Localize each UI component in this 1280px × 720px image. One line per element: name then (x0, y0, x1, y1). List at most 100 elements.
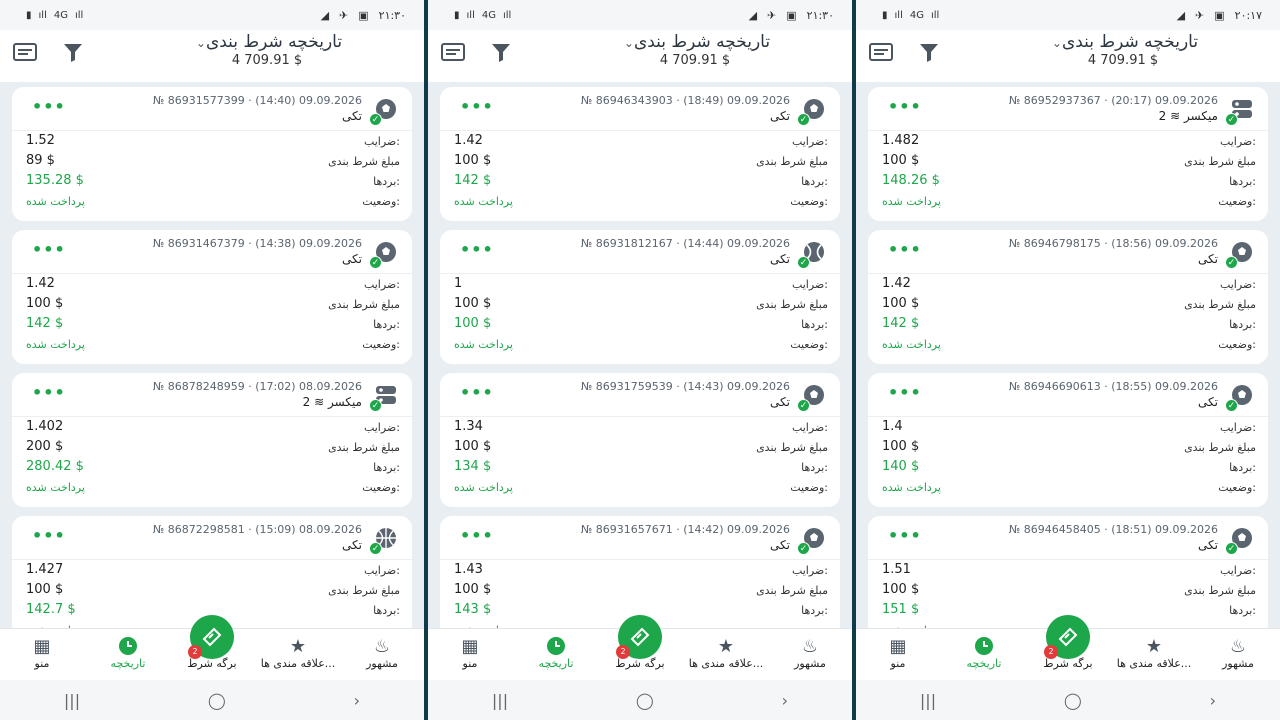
bet-type: تکی (1198, 395, 1218, 409)
nav-favorites[interactable]: ★ علاقه مندی ها... (256, 635, 340, 671)
nav-coupon[interactable]: 2 برگه شرط (598, 615, 682, 670)
bet-card[interactable]: ••• № 86952937367 · (20:17) 09.09.2026 2… (868, 87, 1268, 221)
bet-meta: № 86931577399 · (14:40) 09.09.2026 (152, 94, 362, 107)
odds-value: 1.4 (882, 419, 903, 434)
status-value: پرداخت شده (26, 338, 85, 351)
nav-menu[interactable]: ▦ منو (0, 635, 84, 671)
signal-icon: ıll (894, 9, 903, 21)
win-label: بردها: (801, 604, 828, 617)
bet-card[interactable]: ••• № 86931657671 · (14:42) 09.09.2026 ت… (440, 516, 840, 628)
back-icon[interactable]: › (1210, 691, 1216, 710)
nav-menu[interactable]: ▦ منو (428, 635, 512, 671)
bet-card[interactable]: ••• № 86878248959 · (17:02) 08.09.2026 2… (12, 373, 412, 507)
more-options-icon[interactable]: ••• (32, 526, 66, 545)
bet-card-body: ضرایب: مبلغ شرط بندی بردها: وضعیت: 1.42 … (868, 274, 1268, 364)
recent-apps-icon[interactable]: ||| (492, 691, 508, 710)
bet-meta: № 86931812167 · (14:44) 09.09.2026 (580, 237, 790, 250)
bet-type-label: تکی (770, 109, 790, 123)
filter-icon[interactable] (60, 40, 86, 64)
check-icon: ✓ (1225, 256, 1238, 269)
more-options-icon[interactable]: ••• (460, 240, 494, 259)
more-options-icon[interactable]: ••• (32, 97, 66, 116)
wallet-icon[interactable] (868, 40, 894, 64)
back-icon[interactable]: › (782, 691, 788, 710)
nav-favorites[interactable]: ★ علاقه مندی ها... (684, 635, 768, 671)
stake-label: مبلغ شرط بندی (756, 298, 828, 311)
more-options-icon[interactable]: ••• (460, 97, 494, 116)
home-icon[interactable]: ◯ (208, 691, 226, 710)
more-options-icon[interactable]: ••• (460, 526, 494, 545)
stake-value: 200 $ (26, 439, 64, 454)
title-block[interactable]: ⌄تاریخچه شرط بندی 4 709.91 $ (130, 32, 404, 68)
stake-value: 100 $ (882, 296, 920, 311)
back-icon[interactable]: › (354, 691, 360, 710)
bet-card-header: ••• № 86952937367 · (20:17) 09.09.2026 2… (868, 87, 1268, 131)
home-icon[interactable]: ◯ (1064, 691, 1082, 710)
status-value: پرداخت شده (882, 195, 941, 208)
bet-meta: № 86946343903 · (18:49) 09.09.2026 (580, 94, 790, 107)
signal-icon: ıll (38, 9, 47, 21)
odds-value: 1.51 (882, 562, 911, 577)
stake-label: مبلغ شرط بندی (328, 298, 400, 311)
nav-history[interactable]: تاریخچه (942, 635, 1026, 670)
nav-coupon[interactable]: 2 برگه شرط (170, 615, 254, 670)
recent-apps-icon[interactable]: ||| (920, 691, 936, 710)
odds-label: ضرایب: (1219, 135, 1256, 148)
odds-label: ضرایب: (363, 135, 400, 148)
nav-favorites[interactable]: ★ علاقه مندی ها... (1112, 635, 1196, 671)
recent-apps-icon[interactable]: ||| (64, 691, 80, 710)
bet-card[interactable]: ••• № 86946343903 · (18:49) 09.09.2026 ت… (440, 87, 840, 221)
more-options-icon[interactable]: ••• (888, 526, 922, 545)
status-icons-left: ▮ ıll 4G ıll (882, 10, 939, 21)
bet-card[interactable]: ••• № 86946690613 · (18:55) 09.09.2026 ت… (868, 373, 1268, 507)
bet-card[interactable]: ••• № 86946458405 · (18:51) 09.09.2026 ت… (868, 516, 1268, 628)
nav-popular[interactable]: ♨ مشهور (768, 635, 852, 671)
bet-card[interactable]: ••• № 86931759539 · (14:43) 09.09.2026 ت… (440, 373, 840, 507)
odds-value: 1.43 (454, 562, 483, 577)
nav-menu-label: منو (462, 657, 478, 670)
more-options-icon[interactable]: ••• (888, 97, 922, 116)
app-header: ⌄تاریخچه شرط بندی 4 709.91 $ (0, 30, 424, 82)
status-value: پرداخت شده (882, 481, 941, 494)
bet-card-header: ••• № 86872298581 · (15:09) 08.09.2026 ت… (12, 516, 412, 560)
nav-history[interactable]: تاریخچه (86, 635, 170, 670)
more-options-icon[interactable]: ••• (888, 383, 922, 402)
title-block[interactable]: ⌄تاریخچه شرط بندی 4 709.91 $ (986, 32, 1260, 68)
nav-popular[interactable]: ♨ مشهور (340, 635, 424, 671)
signal-icon: ıll (930, 9, 940, 21)
nav-popular-label: مشهور (366, 657, 398, 670)
bet-card[interactable]: ••• № 86872298581 · (15:09) 08.09.2026 ت… (12, 516, 412, 628)
filter-icon[interactable] (916, 40, 942, 64)
status-icons-right: ◢ ✈ ▣ ۲۱:۳۰ (321, 9, 406, 22)
more-options-icon[interactable]: ••• (888, 240, 922, 259)
home-icon[interactable]: ◯ (636, 691, 654, 710)
more-options-icon[interactable]: ••• (460, 383, 494, 402)
bet-list[interactable]: ••• № 86946343903 · (18:49) 09.09.2026 ت… (428, 82, 852, 628)
bet-list[interactable]: ••• № 86931577399 · (14:40) 09.09.2026 ت… (0, 82, 424, 628)
bet-card[interactable]: ••• № 86946798175 · (18:56) 09.09.2026 ت… (868, 230, 1268, 364)
bet-card-header: ••• № 86931577399 · (14:40) 09.09.2026 ت… (12, 87, 412, 131)
app-header: ⌄تاریخچه شرط بندی 4 709.91 $ (428, 30, 852, 82)
grid-icon: ▦ (889, 635, 907, 657)
nav-coupon[interactable]: 2 برگه شرط (1026, 615, 1110, 670)
more-options-icon[interactable]: ••• (32, 240, 66, 259)
nav-menu[interactable]: ▦ منو (856, 635, 940, 671)
nav-popular[interactable]: ♨ مشهور (1196, 635, 1280, 671)
bet-type: تکی (342, 252, 362, 266)
wallet-icon[interactable] (12, 40, 38, 64)
bet-list[interactable]: ••• № 86952937367 · (20:17) 09.09.2026 2… (856, 82, 1280, 628)
more-options-icon[interactable]: ••• (32, 383, 66, 402)
bet-card[interactable]: ••• № 86931577399 · (14:40) 09.09.2026 ت… (12, 87, 412, 221)
wallet-icon[interactable] (440, 40, 466, 64)
stake-label: مبلغ شرط بندی (756, 584, 828, 597)
bet-type-label: تکی (1198, 538, 1218, 552)
odds-value: 1.427 (26, 562, 64, 577)
bet-card-header: ••• № 86878248959 · (17:02) 08.09.2026 2… (12, 373, 412, 417)
filter-icon[interactable] (488, 40, 514, 64)
bottom-navigation: ▦ منو تاریخچه 2 برگه شرط ★ علاقه مندی ها… (428, 615, 852, 680)
title-block[interactable]: ⌄تاریخچه شرط بندی 4 709.91 $ (558, 32, 832, 68)
nav-history[interactable]: تاریخچه (514, 635, 598, 670)
bet-card[interactable]: ••• № 86931812167 · (14:44) 09.09.2026 ت… (440, 230, 840, 364)
bet-card[interactable]: ••• № 86931467379 · (14:38) 09.09.2026 ت… (12, 230, 412, 364)
bet-meta: № 86872298581 · (15:09) 08.09.2026 (152, 523, 362, 536)
